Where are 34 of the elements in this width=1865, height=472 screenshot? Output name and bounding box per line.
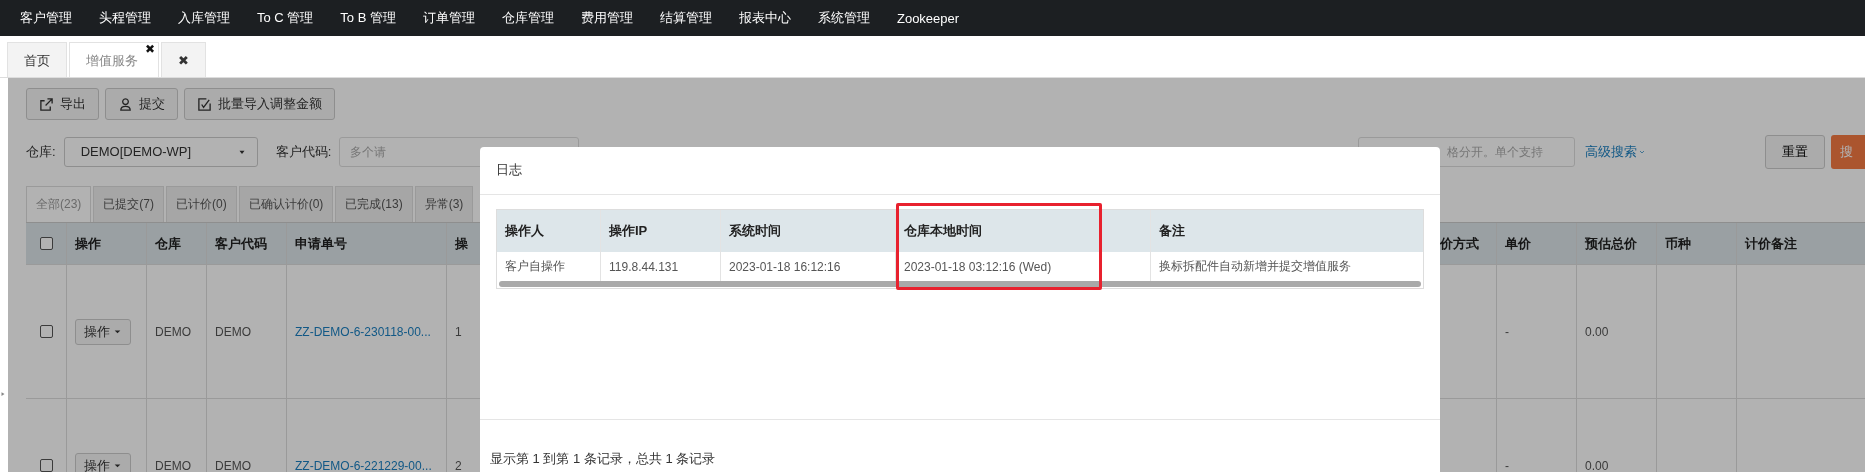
column-header: 操作 bbox=[75, 234, 101, 253]
table-cell: 1 bbox=[455, 324, 462, 339]
table-cell: 0.00 bbox=[1585, 324, 1609, 339]
pagination-info: 显示第 1 到第 1 条记录，总共 1 条记录 bbox=[490, 451, 716, 466]
table-cell: 2023-01-18 16:12:16 bbox=[729, 259, 841, 274]
table-cell: 119.8.44.131 bbox=[609, 259, 679, 274]
table-cell: 2023-01-18 03:12:16 (Wed) bbox=[904, 259, 1052, 274]
column-header: 备注 bbox=[1159, 222, 1185, 240]
column-header: 客户代码 bbox=[215, 234, 267, 253]
table-cell: 换标拆配件自动新增并提交增值服务 bbox=[1159, 258, 1351, 275]
column-header: 币种 bbox=[1665, 234, 1691, 253]
field-label: 仓库: bbox=[26, 142, 56, 161]
table-cell: 客户自操作 bbox=[505, 258, 565, 275]
table-cell: 0.00 bbox=[1585, 458, 1609, 472]
column-header: 仓库本地时间 bbox=[904, 222, 982, 240]
table-cell: DEMO bbox=[155, 324, 191, 339]
column-header: 系统时间 bbox=[729, 222, 781, 240]
table-cell: 2 bbox=[455, 458, 462, 472]
table-cell: - bbox=[1505, 324, 1509, 339]
column-header: 价方式 bbox=[1440, 234, 1479, 253]
column-header: 仓库 bbox=[155, 234, 181, 253]
field-label: 客户代码: bbox=[275, 142, 332, 161]
column-header: 申请单号 bbox=[295, 234, 347, 253]
column-header: 单价 bbox=[1505, 234, 1531, 253]
column-header: 预估总价 bbox=[1585, 234, 1637, 253]
column-header: 操 bbox=[455, 234, 468, 253]
table-cell: DEMO bbox=[215, 324, 251, 339]
column-header: 操作人 bbox=[505, 222, 544, 240]
table-cell: DEMO bbox=[215, 458, 251, 472]
table-cell: DEMO bbox=[155, 458, 191, 472]
column-header: 计价备注 bbox=[1745, 234, 1797, 253]
dialog-title: 日志 bbox=[480, 147, 1440, 195]
column-header: 操作IP bbox=[609, 222, 648, 240]
table-cell: - bbox=[1505, 458, 1509, 472]
